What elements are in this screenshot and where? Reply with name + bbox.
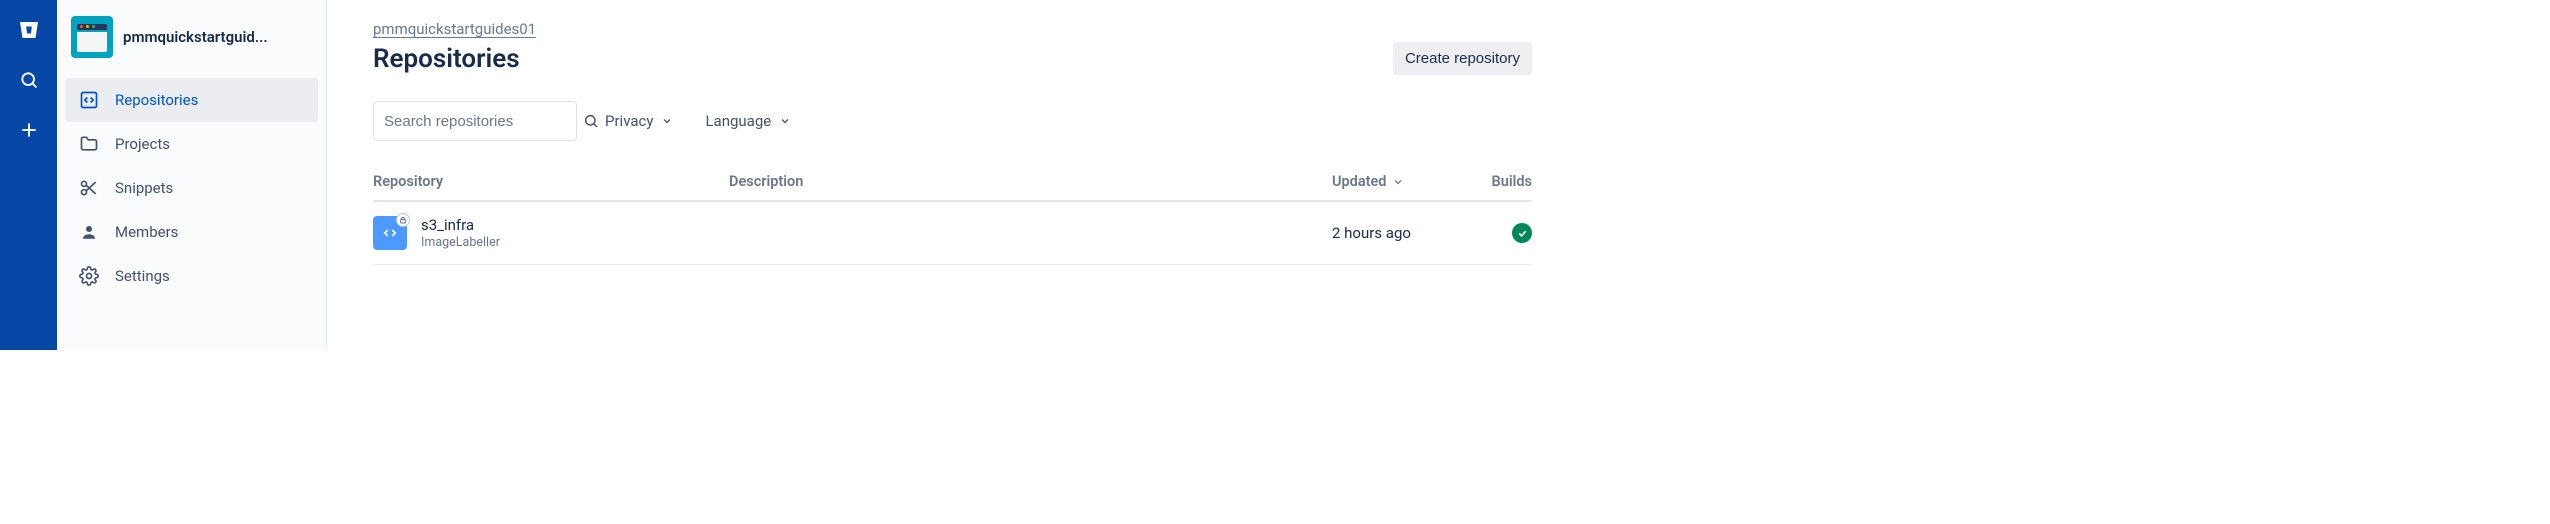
global-nav-rail xyxy=(0,0,57,350)
filter-label: Language xyxy=(705,112,771,130)
create-repository-button[interactable]: Create repository xyxy=(1393,42,1532,75)
sidebar-item-snippets[interactable]: Snippets xyxy=(65,166,318,210)
sidebar-item-projects[interactable]: Projects xyxy=(65,122,318,166)
workspace-sidebar: pmmquickstartguid... Repositories Projec… xyxy=(57,0,327,350)
sidebar-item-label: Snippets xyxy=(115,179,173,197)
search-icon[interactable] xyxy=(13,64,45,96)
bitbucket-logo-icon[interactable] xyxy=(13,14,45,46)
repo-avatar xyxy=(373,216,407,250)
folder-icon xyxy=(79,134,99,154)
sidebar-header: pmmquickstartguid... xyxy=(57,12,326,72)
workspace-avatar xyxy=(71,16,113,58)
chevron-down-icon xyxy=(779,115,791,127)
col-updated[interactable]: Updated xyxy=(1332,173,1472,190)
code-icon xyxy=(79,90,99,110)
col-builds: Builds xyxy=(1472,173,1532,190)
build-status-success-icon[interactable] xyxy=(1512,223,1532,243)
col-repository: Repository xyxy=(373,173,729,190)
table-header: Repository Description Updated Builds xyxy=(373,167,1532,202)
breadcrumb[interactable]: pmmquickstartguides01 xyxy=(373,20,536,38)
search-icon xyxy=(583,113,599,129)
sidebar-item-label: Repositories xyxy=(115,91,198,109)
create-icon[interactable] xyxy=(13,114,45,146)
filter-row: Privacy Language xyxy=(373,101,1532,141)
sidebar-item-settings[interactable]: Settings xyxy=(65,254,318,298)
repo-updated: 2 hours ago xyxy=(1332,224,1411,242)
repo-project: ImageLabeller xyxy=(421,235,500,250)
sidebar-item-members[interactable]: Members xyxy=(65,210,318,254)
scissors-icon xyxy=(79,178,99,198)
filter-label: Privacy xyxy=(605,112,653,130)
repo-name: s3_infra xyxy=(421,216,500,234)
gear-icon xyxy=(79,266,99,286)
sidebar-nav-list: Repositories Projects Snippets xyxy=(57,72,326,304)
lock-icon xyxy=(396,213,410,227)
sidebar-item-repositories[interactable]: Repositories xyxy=(65,78,318,122)
person-icon xyxy=(79,223,99,241)
search-repositories[interactable] xyxy=(373,101,577,141)
language-filter[interactable]: Language xyxy=(701,104,795,138)
col-description: Description xyxy=(729,173,1332,190)
chevron-down-icon xyxy=(1392,176,1404,188)
page-title: Repositories xyxy=(373,44,520,74)
search-input[interactable] xyxy=(384,113,583,130)
privacy-filter[interactable]: Privacy xyxy=(601,104,677,138)
sidebar-item-label: Members xyxy=(115,223,178,241)
sidebar-item-label: Settings xyxy=(115,267,170,285)
main-content: pmmquickstartguides01 Repositories Creat… xyxy=(327,0,1550,350)
table-row[interactable]: s3_infra ImageLabeller 2 hours ago xyxy=(373,202,1532,265)
chevron-down-icon xyxy=(661,115,673,127)
col-updated-label: Updated xyxy=(1332,173,1386,190)
sidebar-item-label: Projects xyxy=(115,135,170,153)
workspace-name: pmmquickstartguid... xyxy=(123,28,268,46)
